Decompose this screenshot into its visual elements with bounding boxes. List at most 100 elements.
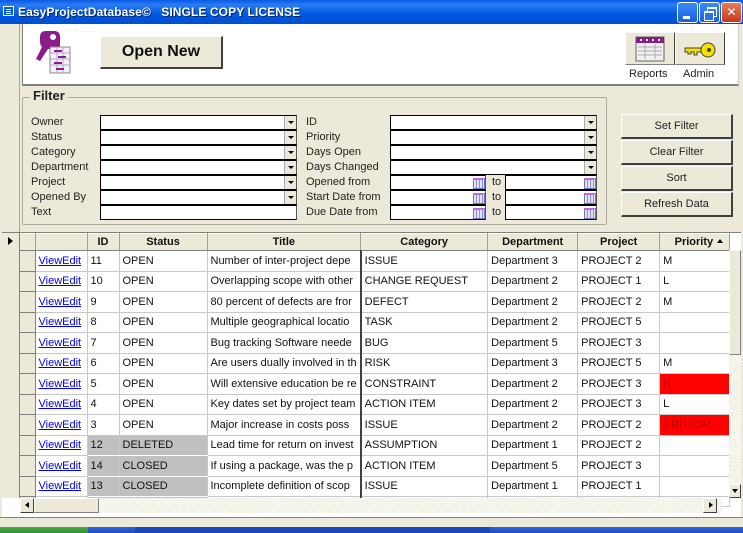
cell-status[interactable]: OPEN <box>119 312 208 333</box>
cell-id[interactable]: 13 <box>87 476 120 497</box>
horizontal-scrollbar[interactable] <box>20 498 721 513</box>
view-edit-link[interactable]: ViewEdit <box>39 398 82 410</box>
cell-priority[interactable]: M <box>659 250 731 272</box>
cell-priority[interactable]: H <box>659 373 731 395</box>
cell-category[interactable]: BUG <box>360 332 489 354</box>
cell-project[interactable]: PROJECT 5 <box>577 312 661 333</box>
calendar-icon[interactable] <box>582 176 596 189</box>
days-open-dropdown[interactable] <box>390 145 597 160</box>
reports-button[interactable] <box>625 32 675 65</box>
cell-title[interactable]: If using a package, was the p <box>207 455 362 477</box>
row-selector[interactable] <box>20 476 36 497</box>
cell-status[interactable]: OPEN <box>119 332 208 354</box>
cell-category[interactable]: ASSUMPTION <box>360 435 489 456</box>
cell-title[interactable]: Number of inter-project depe <box>207 250 362 272</box>
cell-title[interactable]: Are users dually involved in th <box>207 353 362 374</box>
cell-project[interactable]: PROJECT 2 <box>577 291 661 313</box>
view-edit-link[interactable]: ViewEdit <box>35 271 88 292</box>
cell-id[interactable]: 11 <box>87 250 120 272</box>
id-dropdown[interactable] <box>390 115 597 130</box>
column-header-title[interactable]: Title <box>207 233 362 251</box>
table-row[interactable]: ViewEdit 14 CLOSED If using a package, was … <box>20 455 731 477</box>
cell-project[interactable]: PROJECT 3 <box>577 373 661 395</box>
horizontal-scroll-thumb[interactable] <box>34 498 99 513</box>
cell-title[interactable]: Will extensive education be re <box>207 373 362 395</box>
project-dropdown[interactable] <box>100 175 297 190</box>
table-row[interactable]: ViewEdit 4 OPEN Key dates set by project te… <box>20 394 731 415</box>
view-edit-link[interactable]: ViewEdit <box>35 476 88 497</box>
view-edit-link[interactable]: ViewEdit <box>39 296 82 308</box>
vertical-scrollbar[interactable] <box>729 250 741 498</box>
cell-department[interactable]: Department 2 <box>487 373 579 395</box>
cell-priority[interactable]: M <box>659 353 731 374</box>
view-edit-link[interactable]: ViewEdit <box>35 250 88 272</box>
cell-title[interactable]: Bug tracking Software neede <box>207 332 362 354</box>
column-header-id[interactable]: ID <box>87 233 120 251</box>
cell-status[interactable]: OPEN <box>119 353 208 374</box>
status-dropdown[interactable] <box>100 130 297 145</box>
cell-priority[interactable]: CRITICAL <box>659 414 731 436</box>
table-row[interactable]: ViewEdit 3 OPEN Major increase in costs pos… <box>20 414 731 436</box>
cell-category[interactable]: DEFECT <box>360 291 489 313</box>
cell-status[interactable]: OPEN <box>119 373 208 395</box>
view-edit-link[interactable]: ViewEdit <box>35 455 88 477</box>
refresh-data-button[interactable]: Refresh Data <box>621 192 733 217</box>
start-date-from-input[interactable] <box>390 190 486 205</box>
department-dropdown[interactable] <box>100 160 297 175</box>
cell-id[interactable]: 12 <box>87 435 120 456</box>
view-edit-link[interactable]: ViewEdit <box>39 316 82 328</box>
column-header-project[interactable]: Project <box>577 233 661 251</box>
table-row[interactable]: ViewEdit 10 OPEN Overlapping scope with oth… <box>20 271 731 292</box>
record-selector-column[interactable] <box>2 233 20 498</box>
cell-category[interactable]: CONSTRAINT <box>360 373 489 395</box>
chevron-down-icon[interactable] <box>284 176 296 189</box>
clear-filter-button[interactable]: Clear Filter <box>621 140 733 165</box>
column-header-status[interactable]: Status <box>119 233 208 251</box>
category-dropdown[interactable] <box>100 145 297 160</box>
row-selector[interactable] <box>20 414 36 436</box>
opened-by-dropdown[interactable] <box>100 190 297 205</box>
cell-category[interactable]: ISSUE <box>360 476 489 497</box>
table-row[interactable]: ViewEdit 8 OPEN Multiple geographical locat… <box>20 312 731 333</box>
cell-project[interactable]: PROJECT 1 <box>577 271 661 292</box>
view-edit-link[interactable]: ViewEdit <box>39 480 82 492</box>
opened-to-input[interactable] <box>505 175 597 190</box>
table-row[interactable]: ViewEdit 5 OPEN Will extensive education be… <box>20 373 731 395</box>
minimize-button[interactable] <box>677 2 698 23</box>
cell-status[interactable]: CLOSED <box>119 476 208 497</box>
sort-button[interactable]: Sort <box>621 166 733 191</box>
cell-project[interactable]: PROJECT 2 <box>577 435 661 456</box>
table-row[interactable]: ViewEdit 12 DELETED Lead time for return on… <box>20 435 731 456</box>
view-edit-link[interactable]: ViewEdit <box>39 378 82 390</box>
row-selector[interactable] <box>20 353 36 374</box>
table-row[interactable]: ViewEdit 7 OPEN Bug tracking Software neede… <box>20 332 731 354</box>
cell-category[interactable]: TASK <box>360 312 489 333</box>
chevron-down-icon[interactable] <box>584 161 596 174</box>
chevron-down-icon[interactable] <box>584 116 596 129</box>
column-header-department[interactable]: Department <box>487 233 579 251</box>
cell-status[interactable]: CLOSED <box>119 455 208 477</box>
table-row[interactable]: ViewEdit 13 CLOSED Incomplete definition of… <box>20 476 731 497</box>
window-title-bar[interactable]: EasyProjectDatabase© SINGLE COPY LICENSE… <box>0 0 743 24</box>
cell-status[interactable]: DELETED <box>119 435 208 456</box>
chevron-down-icon[interactable] <box>284 146 296 159</box>
taskbar-item[interactable] <box>135 527 490 533</box>
row-selector[interactable] <box>20 291 36 313</box>
view-edit-link[interactable]: ViewEdit <box>35 414 88 436</box>
scroll-left-button[interactable] <box>20 498 34 513</box>
cell-title[interactable]: Major increase in costs poss <box>207 414 362 436</box>
row-selector[interactable] <box>20 455 36 477</box>
cell-department[interactable]: Department 2 <box>487 271 579 292</box>
vertical-scroll-thumb[interactable] <box>729 250 741 355</box>
cell-category[interactable]: ACTION ITEM <box>360 394 489 415</box>
cell-id[interactable]: 10 <box>87 271 120 292</box>
cell-title[interactable]: Key dates set by project team <box>207 394 362 415</box>
due-date-to-input[interactable] <box>505 205 597 220</box>
cell-priority[interactable]: M <box>659 291 731 313</box>
start-date-to-input[interactable] <box>505 190 597 205</box>
cell-category[interactable]: ACTION ITEM <box>360 455 489 477</box>
cell-category[interactable]: ISSUE <box>360 414 489 436</box>
cell-status[interactable]: OPEN <box>119 414 208 436</box>
opened-from-input[interactable] <box>390 175 486 190</box>
cell-id[interactable]: 3 <box>87 414 120 436</box>
